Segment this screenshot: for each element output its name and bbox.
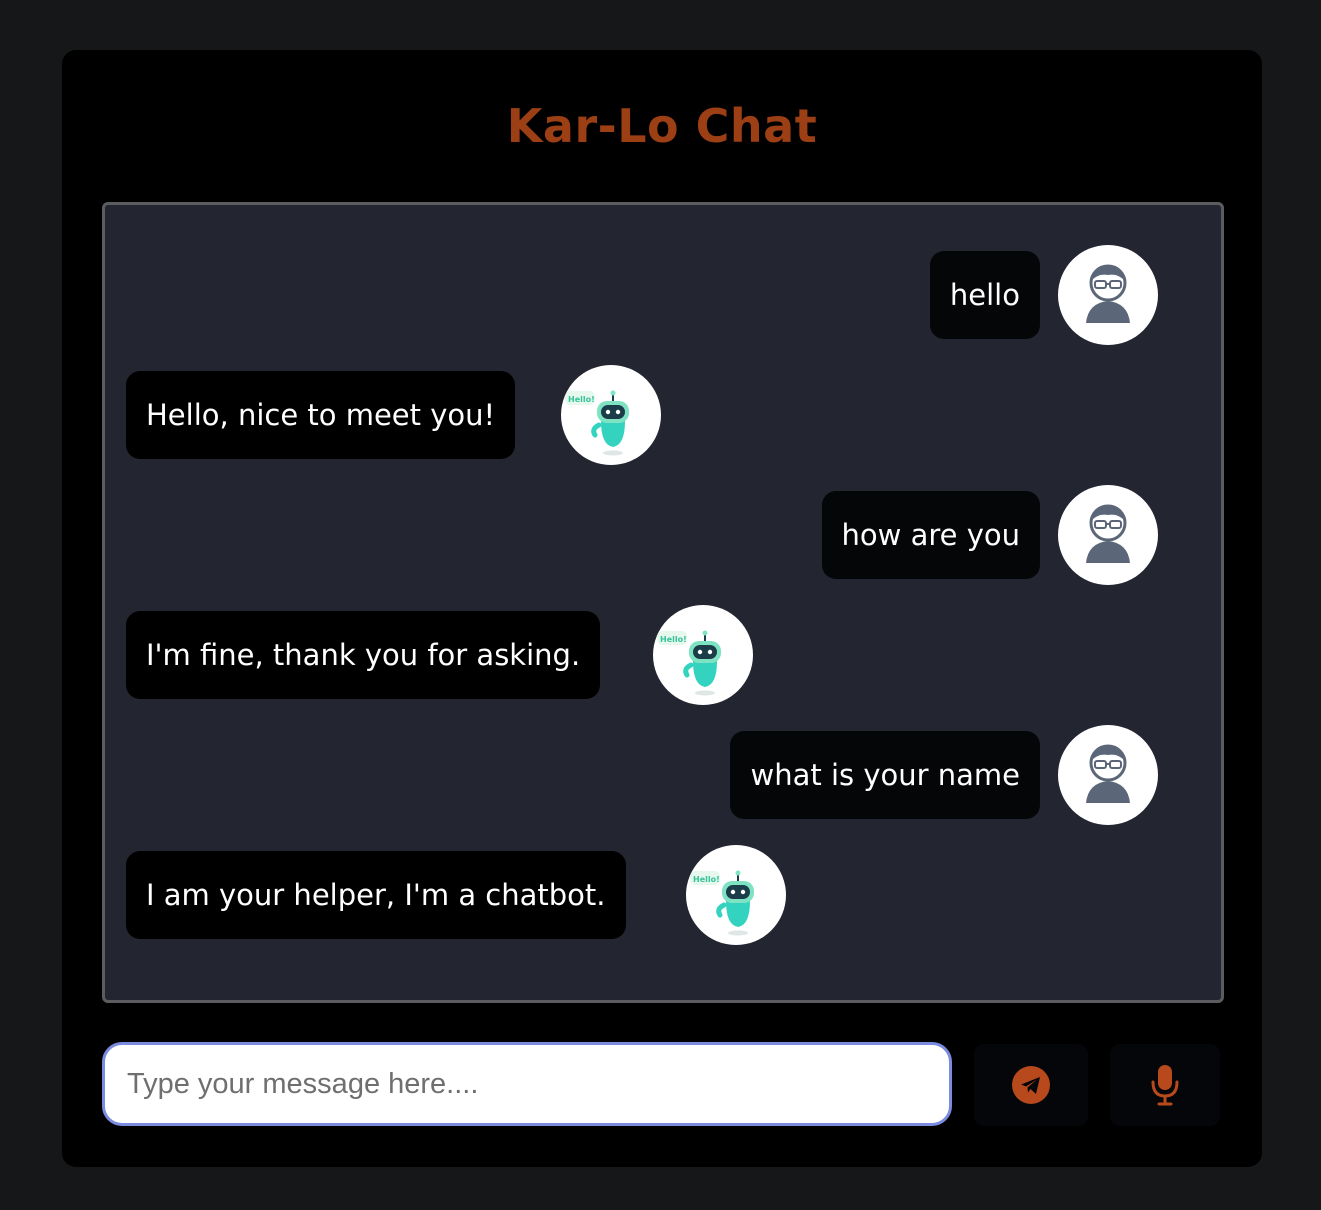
message-bubble: hello xyxy=(929,251,1040,339)
message-bubble: I'm fine, thank you for asking. xyxy=(126,611,601,699)
user-avatar-icon xyxy=(1058,485,1158,585)
message-input[interactable] xyxy=(102,1042,952,1126)
robot-avatar-icon: Hello! xyxy=(686,845,786,945)
user-message: hello xyxy=(105,245,1221,345)
user-avatar-icon xyxy=(1058,245,1158,345)
message-bubble: I am your helper, I'm a chatbot. xyxy=(126,851,626,939)
message-bubble: what is your name xyxy=(730,731,1040,819)
bot-message: I am your helper, I'm a chatbot. Hello! xyxy=(126,845,1126,945)
user-message: what is your name xyxy=(105,725,1221,825)
svg-text:Hello!: Hello! xyxy=(568,395,595,404)
user-message: how are you xyxy=(105,485,1221,585)
message-list[interactable]: hello Hello, nice to meet you! Hello! ho… xyxy=(102,202,1224,1003)
app-title: Kar-Lo Chat xyxy=(506,99,818,153)
robot-avatar-icon: Hello! xyxy=(561,365,661,465)
message-bubble: how are you xyxy=(821,491,1040,579)
message-bubble: Hello, nice to meet you! xyxy=(126,371,516,459)
svg-text:Hello!: Hello! xyxy=(660,635,687,644)
microphone-button[interactable] xyxy=(1110,1044,1220,1126)
robot-avatar-icon: Hello! xyxy=(653,605,753,705)
send-button[interactable] xyxy=(974,1044,1088,1126)
svg-text:Hello!: Hello! xyxy=(693,875,720,884)
bot-message: I'm fine, thank you for asking. Hello! xyxy=(126,605,1126,705)
user-avatar-icon xyxy=(1058,725,1158,825)
bot-message: Hello, nice to meet you! Hello! xyxy=(126,365,1126,465)
chat-app: Kar-Lo Chat hello Hello, nice to meet yo… xyxy=(62,50,1262,1167)
